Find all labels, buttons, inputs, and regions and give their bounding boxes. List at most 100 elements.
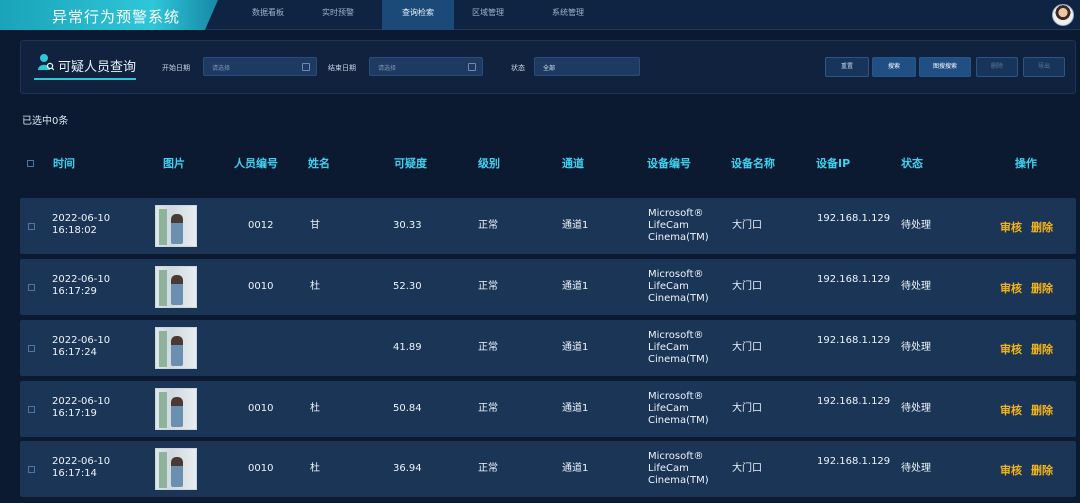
delete-row-button[interactable]: 删除 xyxy=(1031,341,1053,357)
col-device-id: 设备编号 xyxy=(647,157,691,170)
tab-query-search[interactable]: 查询检索 xyxy=(382,0,454,30)
selection-count: 已选中0条 xyxy=(22,116,69,127)
thumbnail-person xyxy=(171,214,183,244)
row-device-id: Microsoft® LifeCam Cinema(TM) xyxy=(648,208,709,243)
row-suspicion: 52.30 xyxy=(393,281,422,292)
row-device-id: Microsoft® LifeCam Cinema(TM) xyxy=(648,330,709,365)
search-button[interactable]: 搜索 xyxy=(872,57,916,77)
row-checkbox[interactable] xyxy=(28,284,35,291)
col-channel: 通道 xyxy=(562,157,584,170)
col-image: 图片 xyxy=(163,157,185,170)
row-channel: 通道1 xyxy=(562,281,589,292)
row-time: 2022-06-10 16:18:02 xyxy=(52,213,111,236)
image-search-button[interactable]: 图搜搜索 xyxy=(919,57,971,77)
row-suspicion: 41.89 xyxy=(393,342,422,353)
row-device-name: 大门口 xyxy=(732,281,762,292)
row-channel: 通道1 xyxy=(562,463,589,474)
row-thumbnail[interactable] xyxy=(155,205,197,247)
delete-row-button[interactable]: 删除 xyxy=(1031,280,1053,296)
calendar-icon xyxy=(468,63,476,71)
row-time: 2022-06-10 16:17:14 xyxy=(52,456,111,479)
row-thumbnail[interactable] xyxy=(155,266,197,308)
table-row[interactable]: 2022-06-10 16:17:24 41.89 正常 通道1 Microso… xyxy=(20,320,1076,376)
row-status: 待处理 xyxy=(901,220,931,231)
thumbnail-person xyxy=(171,457,183,487)
row-thumbnail[interactable] xyxy=(155,448,197,490)
row-thumbnail[interactable] xyxy=(155,327,197,369)
review-button[interactable]: 审核 xyxy=(1000,341,1022,357)
row-person-id: 0010 xyxy=(248,403,274,414)
row-time: 2022-06-10 16:17:29 xyxy=(52,274,111,297)
thumbnail-door xyxy=(159,392,167,428)
row-channel: 通道1 xyxy=(562,342,589,353)
row-name: 杜 xyxy=(310,403,320,414)
app-title: 异常行为预警系统 xyxy=(52,8,181,26)
row-status: 待处理 xyxy=(901,463,931,474)
col-suspicion: 可疑度 xyxy=(394,157,427,170)
col-person-id: 人员编号 xyxy=(234,157,278,170)
row-checkbox[interactable] xyxy=(28,345,35,352)
row-device-name: 大门口 xyxy=(732,220,762,231)
row-status: 待处理 xyxy=(901,342,931,353)
thumbnail-person xyxy=(171,336,183,366)
review-button[interactable]: 审核 xyxy=(1000,219,1022,235)
user-search-icon xyxy=(38,54,54,71)
export-button[interactable]: 导出 xyxy=(1023,57,1065,77)
col-device-name: 设备名称 xyxy=(731,157,775,170)
thumbnail-door xyxy=(159,270,167,306)
row-checkbox[interactable] xyxy=(28,406,35,413)
row-name: 杜 xyxy=(310,463,320,474)
top-bar: 异常行为预警系统 数据看板 实时预警 查询检索 区域管理 系统管理 xyxy=(0,0,1080,30)
tab-realtime-alert[interactable]: 实时预警 xyxy=(302,0,374,30)
table-row[interactable]: 2022-06-10 16:18:02 0012 甘 30.33 正常 通道1 … xyxy=(20,198,1076,254)
row-device-ip: 192.168.1.129 xyxy=(817,274,891,285)
row-suspicion: 50.84 xyxy=(393,403,422,414)
delete-row-button[interactable]: 删除 xyxy=(1031,462,1053,478)
row-suspicion: 30.33 xyxy=(393,220,422,231)
row-checkbox[interactable] xyxy=(28,223,35,230)
select-all-checkbox[interactable] xyxy=(27,160,34,167)
end-date-input[interactable]: 请选择 xyxy=(369,57,483,76)
review-button[interactable]: 审核 xyxy=(1000,280,1022,296)
col-actions: 操作 xyxy=(1015,157,1037,170)
row-person-id: 0010 xyxy=(248,463,274,474)
tab-area-management[interactable]: 区域管理 xyxy=(452,0,524,30)
row-level: 正常 xyxy=(478,463,498,474)
table-row[interactable]: 2022-06-10 16:17:19 0010 杜 50.84 正常 通道1 … xyxy=(20,381,1076,437)
user-avatar[interactable] xyxy=(1052,4,1074,26)
start-date-input[interactable]: 请选择 xyxy=(203,57,317,76)
status-label: 状态 xyxy=(511,64,525,72)
row-checkbox[interactable] xyxy=(28,466,35,473)
status-select[interactable]: 全部 xyxy=(534,57,640,76)
row-thumbnail[interactable] xyxy=(155,388,197,430)
row-person-id: 0012 xyxy=(248,220,274,231)
row-device-id: Microsoft® LifeCam Cinema(TM) xyxy=(648,269,709,304)
delete-row-button[interactable]: 删除 xyxy=(1031,402,1053,418)
row-device-id: Microsoft® LifeCam Cinema(TM) xyxy=(648,451,709,486)
review-button[interactable]: 审核 xyxy=(1000,402,1022,418)
calendar-icon xyxy=(302,63,310,71)
row-time: 2022-06-10 16:17:19 xyxy=(52,396,111,419)
start-date-label: 开始日期 xyxy=(162,64,190,72)
table-row[interactable]: 2022-06-10 16:17:29 0010 杜 52.30 正常 通道1 … xyxy=(20,259,1076,315)
thumbnail-door xyxy=(159,331,167,367)
thumbnail-person xyxy=(171,397,183,427)
reset-button[interactable]: 重置 xyxy=(825,57,869,77)
tab-dashboard[interactable]: 数据看板 xyxy=(232,0,304,30)
review-button[interactable]: 审核 xyxy=(1000,462,1022,478)
tab-system-management[interactable]: 系统管理 xyxy=(532,0,604,30)
table-row[interactable]: 2022-06-10 16:17:14 0010 杜 36.94 正常 通道1 … xyxy=(20,441,1076,497)
thumbnail-door xyxy=(159,209,167,245)
row-level: 正常 xyxy=(478,220,498,231)
start-date-placeholder: 请选择 xyxy=(212,65,231,72)
row-status: 待处理 xyxy=(901,403,931,414)
row-channel: 通道1 xyxy=(562,403,589,414)
row-device-ip: 192.168.1.129 xyxy=(817,396,891,407)
row-level: 正常 xyxy=(478,403,498,414)
status-select-value: 全部 xyxy=(543,65,556,72)
col-device-ip: 设备IP xyxy=(816,157,851,170)
delete-button[interactable]: 删除 xyxy=(976,57,1018,77)
row-name: 甘 xyxy=(310,220,320,231)
row-device-name: 大门口 xyxy=(732,342,762,353)
delete-row-button[interactable]: 删除 xyxy=(1031,219,1053,235)
